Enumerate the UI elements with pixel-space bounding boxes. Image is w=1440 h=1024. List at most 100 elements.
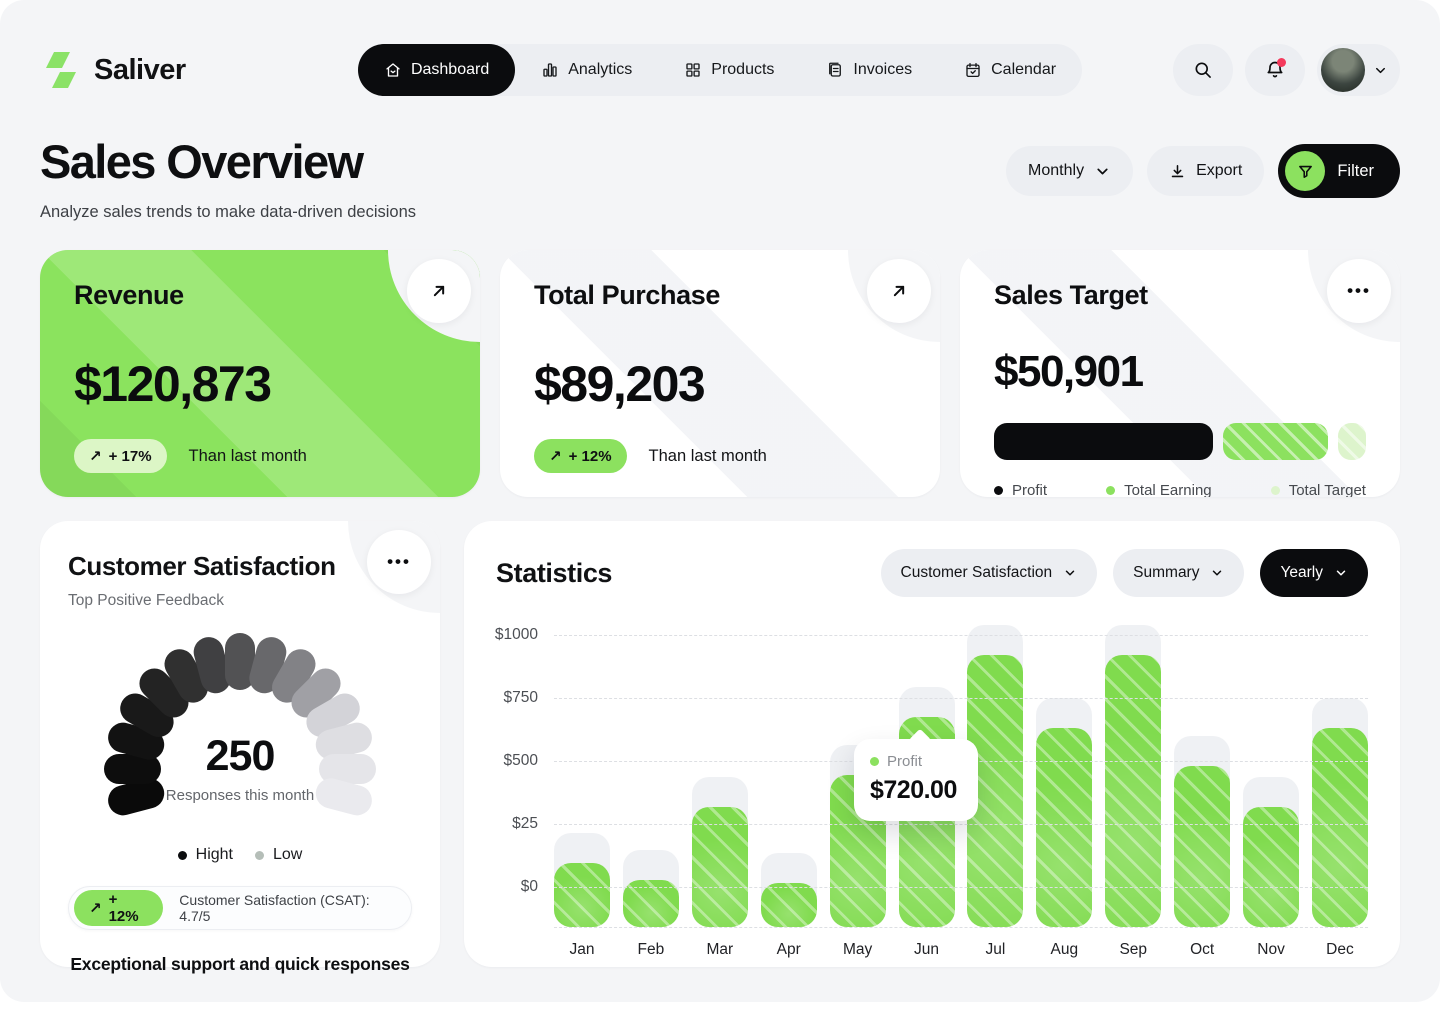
customer-satisfaction-card: Customer Satisfaction Top Positive Feedb… xyxy=(40,521,440,967)
revenue-delta-value: + 17% xyxy=(109,448,152,465)
y-tick-label: $0 xyxy=(521,878,538,896)
page-header-text: Sales Overview Analyze sales trends to m… xyxy=(40,134,416,222)
app-canvas: Saliver Dashboard AnalyticsProductsInvoic… xyxy=(0,0,1440,1002)
notifications-button[interactable] xyxy=(1245,44,1305,96)
nav-item-analytics[interactable]: Analytics xyxy=(515,44,658,96)
bottom-row: Customer Satisfaction Top Positive Feedb… xyxy=(0,497,1440,967)
brand-logo-icon xyxy=(40,50,82,90)
nav-item-products[interactable]: Products xyxy=(658,44,800,96)
satisfaction-more-button[interactable]: ••• xyxy=(367,530,431,594)
export-button[interactable]: Export xyxy=(1147,146,1264,196)
x-tick-label: Feb xyxy=(623,941,679,959)
total-purchase-delta-value: + 12% xyxy=(569,448,612,465)
x-tick-label: Aug xyxy=(1036,941,1092,959)
total-purchase-footer: ↗+ 12% Than last month xyxy=(534,439,906,473)
csat-text: Customer Satisfaction (CSAT): 4.7/5 xyxy=(179,892,393,924)
arrow-up-right-icon xyxy=(889,281,909,301)
y-axis: $1000$750$500$25$0 xyxy=(496,635,554,927)
search-icon xyxy=(1193,60,1213,80)
revenue-note: Than last month xyxy=(189,447,307,466)
x-tick-label: Jul xyxy=(967,941,1023,959)
gauge-center: 250 Responses this month xyxy=(68,732,412,804)
bar-dec[interactable] xyxy=(1312,635,1368,927)
analytics-icon xyxy=(541,61,559,79)
legend-dot xyxy=(178,851,187,860)
y-tick-label: $500 xyxy=(504,752,538,770)
nav-item-calendar[interactable]: Calendar xyxy=(938,44,1082,96)
profile-menu[interactable] xyxy=(1317,44,1400,96)
filter-button-label: Filter xyxy=(1337,162,1374,181)
x-tick-label: Mar xyxy=(692,941,748,959)
bar-aug[interactable] xyxy=(1036,635,1092,927)
nav-tabs: Dashboard AnalyticsProductsInvoices Calend… xyxy=(358,44,1082,96)
products-icon xyxy=(684,61,702,79)
metric-dropdown[interactable]: Customer Satisfaction xyxy=(881,549,1098,597)
legend-label: Hight xyxy=(196,846,233,864)
bar-feb[interactable] xyxy=(623,635,679,927)
bar-chart: $1000$750$500$25$0 Profit $720.00 xyxy=(496,635,1368,927)
arrow-up-right-icon: ↗ xyxy=(89,899,102,917)
revenue-expand-button[interactable] xyxy=(407,259,471,323)
brand: Saliver xyxy=(40,50,340,90)
bar-jan[interactable] xyxy=(554,635,610,927)
chevron-down-icon xyxy=(1373,63,1388,78)
bar-fill xyxy=(692,807,748,927)
invoices-icon xyxy=(826,61,844,79)
total-purchase-expand-button[interactable] xyxy=(867,259,931,323)
search-button[interactable] xyxy=(1173,44,1233,96)
page-subtitle: Analyze sales trends to make data-driven… xyxy=(40,203,416,222)
ellipsis-icon: ••• xyxy=(387,552,411,572)
home-icon xyxy=(384,61,402,79)
period-dropdown-label: Monthly xyxy=(1028,162,1084,180)
total-purchase-card-title: Total Purchase xyxy=(534,280,906,311)
bar-fill xyxy=(554,863,610,927)
range-dropdown-label: Yearly xyxy=(1280,564,1323,582)
period-dropdown[interactable]: Monthly xyxy=(1006,146,1133,196)
bar-nov[interactable] xyxy=(1243,635,1299,927)
legend-dot xyxy=(994,486,1003,495)
legend-label: Low xyxy=(273,846,302,864)
csat-delta-badge: ↗+ 12% xyxy=(74,890,163,926)
sales-target-more-button[interactable]: ••• xyxy=(1327,259,1391,323)
legend-dot xyxy=(255,851,264,860)
bar-mar[interactable] xyxy=(692,635,748,927)
y-tick-label: $1000 xyxy=(495,626,538,644)
export-button-label: Export xyxy=(1196,162,1242,180)
page-title: Sales Overview xyxy=(40,134,416,189)
bar-apr[interactable] xyxy=(761,635,817,927)
calendar-icon xyxy=(964,61,982,79)
view-dropdown[interactable]: Summary xyxy=(1113,549,1244,597)
arrow-up-right-icon: ↗ xyxy=(89,447,102,465)
satisfaction-footer: Exceptional support and quick responses xyxy=(68,954,412,975)
baseline xyxy=(554,927,1368,928)
nav-item-label: Dashboard xyxy=(411,61,489,79)
total-purchase-value: $89,203 xyxy=(534,355,906,413)
notification-dot xyxy=(1277,58,1286,67)
nav-item-dashboard[interactable]: Dashboard xyxy=(358,44,515,96)
legend-label: Profit xyxy=(1012,482,1047,497)
bar-oct[interactable] xyxy=(1174,635,1230,927)
sales-target-card-title: Sales Target xyxy=(994,280,1366,311)
sales-target-progress xyxy=(994,423,1366,460)
satisfaction-subtitle: Top Positive Feedback xyxy=(68,592,412,610)
range-dropdown[interactable]: Yearly xyxy=(1260,549,1368,597)
bar-sep[interactable] xyxy=(1105,635,1161,927)
filter-button[interactable]: Filter xyxy=(1278,144,1400,198)
nav-item-invoices[interactable]: Invoices xyxy=(800,44,938,96)
sales-target-card: Sales Target $50,901 ProfitTotal Earning… xyxy=(960,250,1400,497)
avatar xyxy=(1321,48,1365,92)
filter-icon-circle xyxy=(1285,151,1325,191)
metric-dropdown-label: Customer Satisfaction xyxy=(901,564,1053,582)
view-dropdown-label: Summary xyxy=(1133,564,1199,582)
chart-plot-area: Profit $720.00 xyxy=(554,635,1368,927)
progress-segment-total-earning xyxy=(1223,423,1327,460)
page-controls: Monthly Export Filter xyxy=(1006,144,1400,198)
gridline xyxy=(554,824,1368,825)
sales-target-legend: ProfitTotal EarningTotal Target xyxy=(994,482,1366,497)
tooltip-value: $720.00 xyxy=(870,776,962,805)
revenue-card: Revenue $120,873 ↗+ 17% Than last month xyxy=(40,250,480,497)
legend-label: Total Target xyxy=(1289,482,1366,497)
gridline xyxy=(554,887,1368,888)
nav-item-label: Calendar xyxy=(991,61,1056,79)
progress-segment-total-target xyxy=(1338,423,1366,460)
